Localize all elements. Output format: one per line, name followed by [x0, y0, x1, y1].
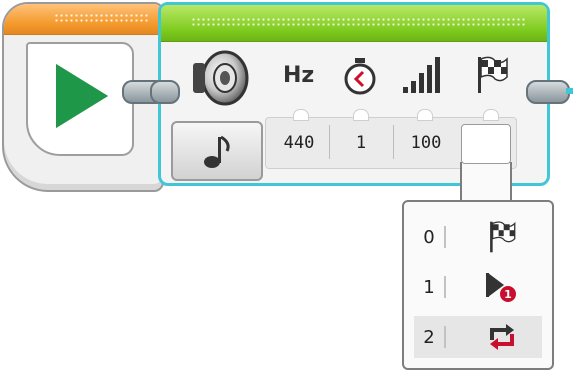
play-type-input[interactable] — [461, 124, 511, 164]
volume-icon — [403, 57, 440, 93]
sound-output-connector[interactable] — [526, 80, 570, 104]
dropdown-stem — [460, 162, 512, 202]
play-icon — [56, 64, 108, 128]
flag-icon — [478, 56, 508, 93]
checkered-flag-icon — [482, 221, 522, 253]
option-value: 2 — [423, 326, 435, 348]
play-once-icon: 1 — [482, 271, 522, 303]
param-divider — [329, 125, 330, 159]
option-divider — [444, 326, 446, 348]
start-header-grip — [54, 13, 148, 23]
timer-icon — [344, 58, 376, 95]
frequency-value[interactable]: 440 — [271, 117, 327, 167]
start-play-button[interactable] — [26, 42, 134, 156]
option-value: 1 — [423, 276, 435, 298]
frequency-icon: Hz — [283, 63, 315, 88]
dropdown-option-0[interactable]: 0 — [414, 216, 542, 258]
play-type-dropdown: 0 1 1 2 — [402, 200, 554, 370]
sound-input-connector[interactable] — [150, 80, 180, 104]
option-divider — [444, 276, 446, 298]
sound-header-grip — [191, 17, 527, 27]
duration-value[interactable]: 1 — [331, 117, 391, 167]
speaker-icon — [193, 50, 249, 106]
option-divider — [444, 226, 446, 248]
sequence-wire — [566, 88, 573, 94]
option-value: 0 — [423, 226, 435, 248]
play-type-plug — [483, 109, 499, 121]
volume-value[interactable]: 100 — [395, 117, 457, 167]
param-divider — [393, 125, 394, 159]
svg-text:1: 1 — [504, 288, 512, 301]
dropdown-option-1[interactable]: 1 1 — [414, 266, 542, 308]
start-block-header — [4, 4, 162, 35]
sound-block-header — [161, 5, 547, 42]
mode-selector-button[interactable] — [171, 121, 263, 181]
dropdown-option-2[interactable]: 2 — [414, 316, 542, 358]
repeat-icon — [482, 321, 522, 353]
music-note-icon — [204, 135, 230, 168]
